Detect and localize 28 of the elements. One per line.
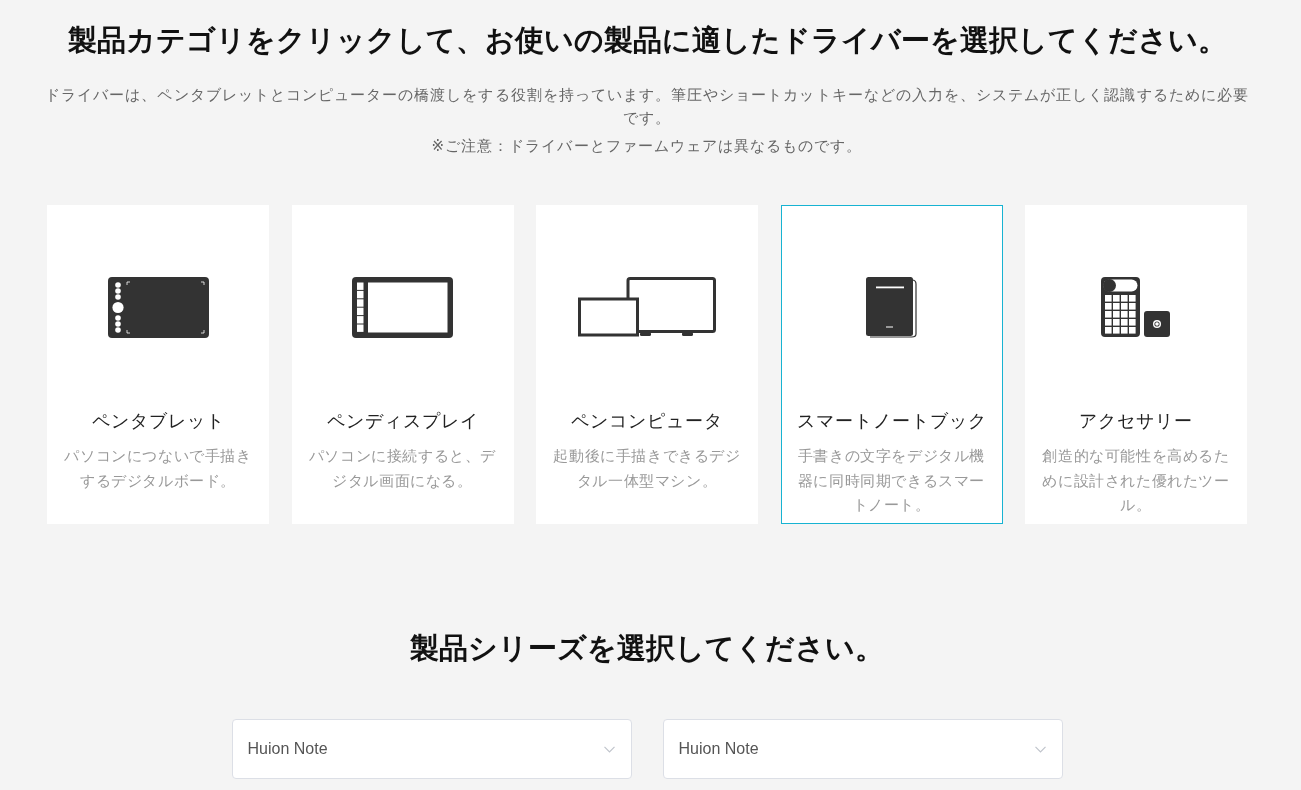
category-title: ペンディスプレイ	[326, 409, 479, 433]
pen-tablet-icon	[107, 276, 209, 338]
category-title: アクセサリー	[1079, 409, 1193, 433]
category-description: パソコンにつないで手描きするデジタルボード。	[63, 446, 253, 492]
category-title: ペンコンピュータ	[571, 409, 723, 433]
chevron-down-icon	[1034, 745, 1046, 753]
category-card[interactable]: アクセサリー 創造的な可能性を高めるために設計された優れたツール。	[1025, 205, 1247, 524]
category-description: 手書きの文字をデジタル機器に同時同期できるスマートノート。	[796, 446, 987, 516]
category-description: 起動後に手描きできるデジタル一体型マシン。	[552, 446, 742, 492]
category-card[interactable]: ペンコンピュータ 起動後に手描きできるデジタル一体型マシン。	[536, 205, 758, 524]
category-title: ペンタブレット	[91, 409, 225, 433]
pen-display-icon	[352, 276, 453, 338]
intro-text: ドライバーは、ペンタブレットとコンピューターの橋渡しをする役割を持っています。筆圧やショートカットキーなどの入力を、システムが正しく認識するために必要です。	[45, 85, 1249, 129]
two-monitors-icon	[578, 277, 716, 337]
notebook-icon	[865, 276, 918, 338]
category-title: スマートノートブック	[796, 409, 987, 433]
keypad-and-dial-icon	[1101, 276, 1171, 338]
page-heading: 製品カテゴリをクリックして、お使いの製品に適したドライバーを選択してください。	[67, 22, 1227, 59]
note-text: ※ご注意：ドライバーとファームウェアは異なるものです。	[431, 136, 863, 157]
category-description: パソコンに接続すると、デジタル画面になる。	[307, 446, 498, 492]
series-dropdown[interactable]: Huion Note	[662, 719, 1063, 779]
category-card[interactable]: ペンディスプレイ パソコンに接続すると、デジタル画面になる。	[291, 205, 514, 524]
category-card[interactable]: ペンタブレット パソコンにつないで手描きするデジタルボード。	[47, 205, 269, 524]
chevron-down-icon	[603, 745, 615, 753]
category-card[interactable]: スマートノートブック 手書きの文字をデジタル機器に同時同期できるスマートノート。	[780, 205, 1003, 524]
series-dropdown[interactable]: Huion Note	[231, 719, 632, 779]
section-heading: 製品シリーズを選択してください。	[410, 630, 884, 667]
category-description: 創造的な可能性を高めるために設計された優れたツール。	[1041, 446, 1231, 516]
